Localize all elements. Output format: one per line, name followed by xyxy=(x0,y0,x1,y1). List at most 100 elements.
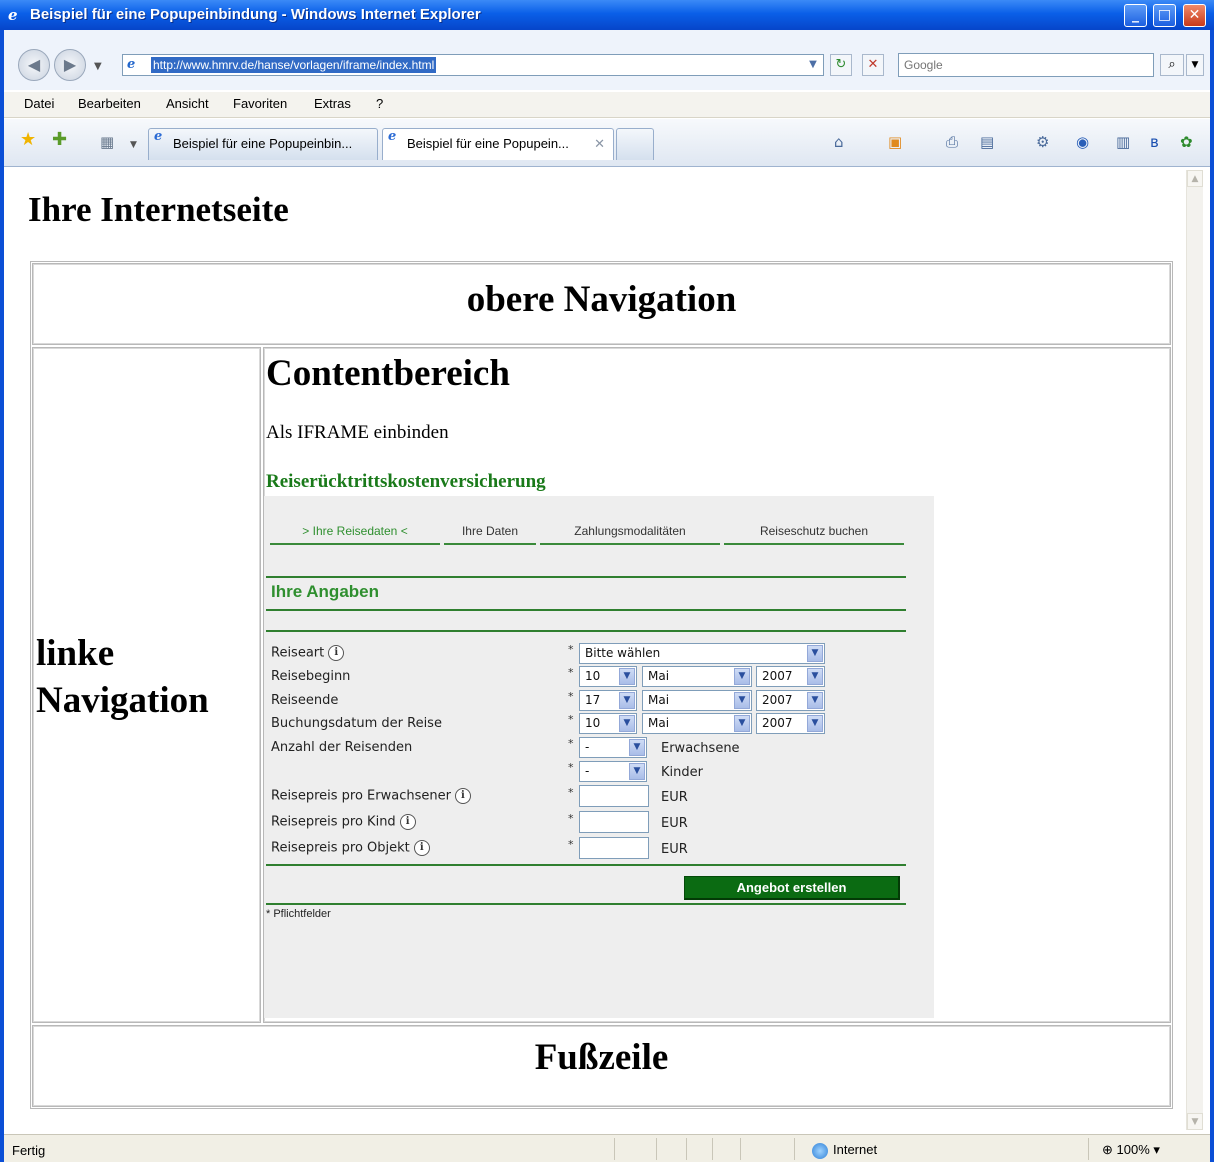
zone-label: Internet xyxy=(833,1142,878,1157)
menu-ansicht[interactable]: Ansicht xyxy=(166,96,209,111)
buchung-month-select[interactable]: Mai ▼ xyxy=(642,713,752,734)
forward-button[interactable]: ▶ xyxy=(54,49,86,81)
chevron-down-icon[interactable]: ▼ xyxy=(619,715,635,732)
status-bar: Fertig Internet ⊕ 100% ▾ xyxy=(4,1134,1210,1162)
address-field[interactable]: e http://www.hmrv.de/hanse/vorlagen/ifra… xyxy=(122,54,824,76)
label-reiseart: Reiseart i xyxy=(271,645,345,661)
history-dropdown-icon[interactable]: ▼ xyxy=(94,58,102,76)
close-tab-icon[interactable]: ✕ xyxy=(594,129,605,159)
stop-button[interactable]: ✕ xyxy=(862,54,884,76)
reiseende-year-select[interactable]: 2007 ▼ xyxy=(756,690,825,711)
chevron-down-icon[interactable]: ▼ xyxy=(807,715,823,732)
step-travel-data[interactable]: > Ihre Reisedaten < xyxy=(270,524,440,545)
search-options-icon[interactable]: ▼ xyxy=(1186,54,1204,76)
chevron-down-icon[interactable]: ▼ xyxy=(807,668,823,685)
chevron-down-icon[interactable]: ▼ xyxy=(734,692,750,709)
divider-line xyxy=(266,903,906,905)
preis-kind-input[interactable] xyxy=(579,811,649,833)
print-icon[interactable]: ⎙ xyxy=(946,133,958,151)
tab-1[interactable]: e Beispiel für eine Popupeinbin... xyxy=(148,128,378,160)
required-mark: * xyxy=(568,713,574,726)
tools-gear-icon[interactable]: ⚙ xyxy=(1036,133,1049,151)
menu-extras[interactable]: Extras xyxy=(314,96,351,111)
step-payment[interactable]: Zahlungsmodalitäten xyxy=(540,524,720,545)
chevron-down-icon[interactable]: ▼ xyxy=(734,715,750,732)
buchung-day-select[interactable]: 10 ▼ xyxy=(579,713,637,734)
chevron-down-icon[interactable]: ▼ xyxy=(629,739,645,756)
erwachsene-select[interactable]: - ▼ xyxy=(579,737,647,758)
kinder-select[interactable]: - ▼ xyxy=(579,761,647,782)
minimize-button[interactable]: _ xyxy=(1124,4,1147,27)
preis-objekt-input[interactable] xyxy=(579,837,649,859)
new-tab-button[interactable] xyxy=(616,128,654,160)
refresh-button[interactable]: ↻ xyxy=(830,54,852,76)
tab-list-icon[interactable]: ▼ xyxy=(130,136,137,154)
reisebeginn-day-select[interactable]: 10 ▼ xyxy=(579,666,637,687)
top-nav-label: obere Navigation xyxy=(466,279,737,320)
footer: Fußzeile xyxy=(32,1025,1171,1107)
section-title: Ihre Angaben xyxy=(271,582,379,601)
messenger-icon[interactable]: ✿ xyxy=(1180,133,1193,151)
scroll-up-icon[interactable]: ▲ xyxy=(1187,170,1203,187)
currency-label: EUR xyxy=(661,790,688,805)
chevron-down-icon[interactable]: ▼ xyxy=(619,692,635,709)
footer-label: Fußzeile xyxy=(534,1037,669,1078)
step-book[interactable]: Reiseschutz buchen xyxy=(724,524,904,545)
search-box[interactable] xyxy=(898,53,1154,77)
address-dropdown-icon[interactable]: ▼ xyxy=(805,57,821,73)
reisebeginn-month-select[interactable]: Mai ▼ xyxy=(642,666,752,687)
url-text[interactable]: http://www.hmrv.de/hanse/vorlagen/iframe… xyxy=(151,57,437,73)
tab-2[interactable]: e Beispiel für eine Popupein... ✕ xyxy=(382,128,614,160)
vertical-scrollbar[interactable]: ▲ ▼ xyxy=(1186,170,1203,1130)
info-icon[interactable]: i xyxy=(454,788,471,804)
zoom-control[interactable]: ⊕ 100% ▾ xyxy=(1102,1142,1160,1158)
quick-tabs-icon[interactable]: ▦ xyxy=(100,133,114,151)
info-icon[interactable]: i xyxy=(399,814,416,830)
favorites-star-icon[interactable]: ★ xyxy=(20,130,36,150)
menu-bearbeiten[interactable]: Bearbeiten xyxy=(78,96,141,111)
required-mark: * xyxy=(568,690,574,703)
search-input[interactable] xyxy=(899,54,1153,76)
status-separator xyxy=(740,1138,741,1160)
close-button[interactable]: ✕ xyxy=(1183,4,1206,27)
buchung-year-select[interactable]: 2007 ▼ xyxy=(756,713,825,734)
home-icon[interactable]: ⌂ xyxy=(834,133,844,151)
chevron-down-icon[interactable]: ▼ xyxy=(734,668,750,685)
research-icon[interactable]: ▥ xyxy=(1116,133,1130,151)
label-preis-objekt-text: Reisepreis pro Objekt xyxy=(271,840,410,856)
reiseende-day-select[interactable]: 17 ▼ xyxy=(579,690,637,711)
search-icon[interactable]: ⌕ xyxy=(1160,54,1184,76)
security-zone[interactable]: Internet xyxy=(812,1142,877,1159)
zoom-icon: ⊕ xyxy=(1102,1142,1117,1157)
reiseende-month-select[interactable]: Mai ▼ xyxy=(642,690,752,711)
chevron-down-icon[interactable]: ▼ xyxy=(807,645,823,662)
feeds-icon[interactable]: ▣ xyxy=(888,133,902,151)
top-navigation: obere Navigation xyxy=(32,263,1171,345)
tab-page-icon: e xyxy=(154,129,163,144)
scroll-down-icon[interactable]: ▼ xyxy=(1187,1113,1203,1130)
chevron-down-icon[interactable]: ▼ xyxy=(807,692,823,709)
step-your-data[interactable]: Ihre Daten xyxy=(444,524,536,545)
add-favorite-icon[interactable]: ✚ xyxy=(52,130,67,150)
page-menu-icon[interactable]: ▤ xyxy=(980,133,994,151)
tab-page-icon: e xyxy=(388,129,397,144)
create-offer-button[interactable]: Angebot erstellen xyxy=(684,876,900,900)
reisebeginn-year-select[interactable]: 2007 ▼ xyxy=(756,666,825,687)
preis-erwachsener-input[interactable] xyxy=(579,785,649,807)
info-icon[interactable]: i xyxy=(413,840,430,856)
menu-help[interactable]: ? xyxy=(376,96,383,111)
menu-datei[interactable]: Datei xyxy=(24,96,54,111)
divider-line xyxy=(266,864,906,866)
chevron-down-icon[interactable]: ▼ xyxy=(629,763,645,780)
back-button[interactable]: ◀ xyxy=(18,49,50,81)
insurance-title: Reiserücktrittskostenversicherung xyxy=(266,471,546,492)
bluetooth-icon[interactable]: ʙ xyxy=(1150,133,1159,151)
chevron-down-icon[interactable]: ▼ xyxy=(619,668,635,685)
status-separator xyxy=(656,1138,657,1160)
reiseart-select[interactable]: Bitte wählen ▼ xyxy=(579,643,825,664)
help-icon[interactable]: ◉ xyxy=(1076,133,1089,151)
info-icon[interactable]: i xyxy=(328,645,345,661)
label-preis-objekt: Reisepreis pro Objekt i xyxy=(271,840,430,856)
menu-favoriten[interactable]: Favoriten xyxy=(233,96,287,111)
maximize-button[interactable]: □ xyxy=(1153,4,1176,27)
